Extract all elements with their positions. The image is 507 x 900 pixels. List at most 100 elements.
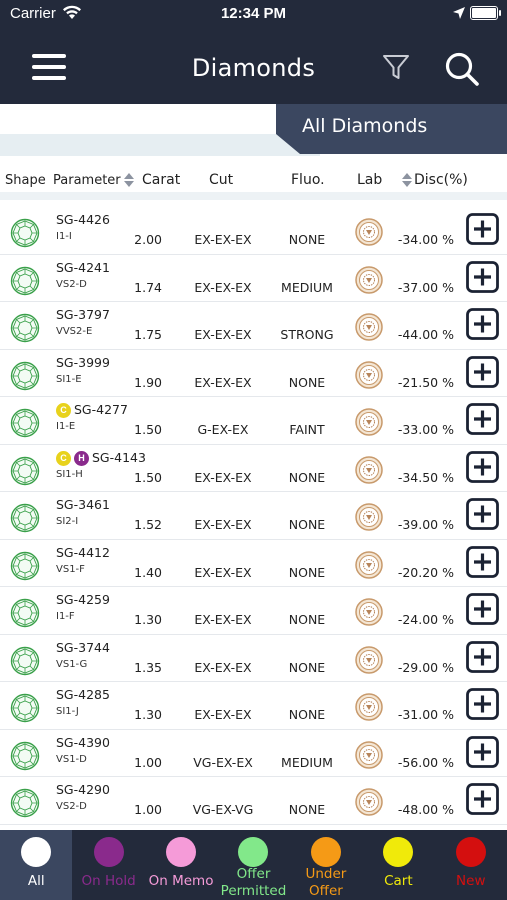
lab-certificate-icon[interactable] <box>355 313 383 341</box>
stock-id: SG-3744 <box>56 639 110 655</box>
table-row[interactable]: SG-4259 I1-F 1.30 EX-EX-EX NONE -24.00 % <box>0 587 507 635</box>
header-carat[interactable]: Carat <box>142 172 180 188</box>
table-row[interactable]: C H SG-4143 SI1-H 1.50 EX-EX-EX NONE -34.5… <box>0 445 507 492</box>
clock: 12:34 PM <box>220 5 287 22</box>
tab-on-memo[interactable]: On Memo <box>145 830 217 900</box>
tab-label: New <box>456 873 486 889</box>
lab-certificate-icon[interactable] <box>355 218 383 246</box>
tab-all[interactable]: All <box>0 830 73 900</box>
cut-value: EX-EX-EX <box>194 564 252 580</box>
plus-square-icon[interactable] <box>466 593 499 625</box>
plus-square-icon[interactable] <box>466 688 499 720</box>
table-row[interactable]: SG-3999 SI1-E 1.90 EX-EX-EX NONE -21.50 … <box>0 350 507 397</box>
discount-value: -21.50 % <box>397 374 454 390</box>
tab-new[interactable]: New <box>435 830 507 900</box>
carat-value: 1.35 <box>134 659 162 675</box>
plus-square-icon[interactable] <box>466 735 499 768</box>
plus-square-icon[interactable] <box>466 403 499 435</box>
table-row[interactable]: SG-4426 I1-I 2.00 EX-EX-EX NONE -34.00 % <box>0 207 507 255</box>
table-row[interactable]: SG-4412 VS1-F 1.40 EX-EX-EX NONE -20.20 … <box>0 540 507 587</box>
discount-value: -48.00 % <box>397 802 454 817</box>
stock-id: SG-3797 <box>56 307 110 322</box>
filter-icon[interactable] <box>381 52 411 82</box>
color-dot-icon <box>93 837 124 867</box>
lab-certificate-icon[interactable] <box>355 598 383 626</box>
clarity-color: SI1-H <box>56 468 83 480</box>
plus-square-icon[interactable] <box>466 498 499 530</box>
table-row[interactable]: SG-4290 VS2-D 1.00 VG-EX-VG NONE -48.00 … <box>0 777 507 825</box>
lab-certificate-icon[interactable] <box>355 740 383 769</box>
lab-certificate-icon[interactable] <box>355 265 383 294</box>
table-row[interactable]: SG-3744 VS1-G 1.35 EX-EX-EX NONE -29.00 … <box>0 635 507 682</box>
discount-value: -33.00 % <box>397 422 454 437</box>
table-row[interactable]: SG-4241 VS2-D 1.74 EX-EX-EX MEDIUM -37.0… <box>0 255 507 302</box>
tab-cart[interactable]: Cart <box>362 830 434 900</box>
plus-square-icon[interactable] <box>466 260 499 293</box>
plus-square-icon[interactable] <box>466 783 499 815</box>
discount-value: -24.00 % <box>397 612 454 627</box>
plus-square-icon[interactable] <box>466 213 499 245</box>
stock-id: C SG-4277 <box>56 402 128 418</box>
cut-value: EX-EX-EX <box>194 327 252 342</box>
sort-icon[interactable] <box>402 173 412 189</box>
lab-certificate-icon[interactable] <box>355 550 383 579</box>
fluorescence-value: NONE <box>288 374 326 390</box>
fluorescence-value: STRONG <box>280 327 334 342</box>
lab-certificate-icon[interactable] <box>355 645 383 674</box>
header-fluo: Fluo. <box>291 172 325 188</box>
diamond-list: SG-4426 I1-I 2.00 EX-EX-EX NONE -34.00 %… <box>0 207 507 825</box>
table-header: Shape Parameter Carat Cut Fluo. Lab Disc… <box>0 160 507 200</box>
search-icon[interactable] <box>443 50 481 88</box>
header-disc[interactable]: Disc(%) <box>414 172 468 188</box>
table-row[interactable]: SG-4285 SI1-J 1.30 EX-EX-EX NONE -31.00 … <box>0 682 507 730</box>
color-dot-icon <box>166 837 197 867</box>
lab-certificate-icon[interactable] <box>355 693 383 721</box>
plus-square-icon[interactable] <box>466 308 499 340</box>
carat-value: 1.50 <box>134 422 162 437</box>
table-row[interactable]: C SG-4277 I1-E 1.50 G-EX-EX FAINT -33.00 … <box>0 397 507 445</box>
stock-id: SG-4241 <box>56 259 110 275</box>
lab-certificate-icon[interactable] <box>355 455 383 484</box>
tab-offer-permitted[interactable]: Offer Permitted <box>217 830 289 900</box>
plus-square-icon[interactable] <box>466 640 499 673</box>
cut-value: EX-EX-EX <box>194 517 252 532</box>
lab-certificate-icon[interactable] <box>355 408 383 436</box>
clarity-color: I1-F <box>56 611 75 622</box>
plus-square-icon[interactable] <box>466 450 499 483</box>
header-shape: Shape <box>5 173 46 188</box>
round-diamond-icon <box>10 646 40 675</box>
clarity-color: SI1-J <box>56 706 79 717</box>
table-row[interactable]: SG-4390 VS1-D 1.00 VG-EX-EX MEDIUM -56.0… <box>0 730 507 777</box>
stock-id: SG-3461 <box>56 497 110 512</box>
tab-on-hold[interactable]: On Hold <box>72 830 144 900</box>
lab-certificate-icon[interactable] <box>355 360 383 389</box>
stock-id: SG-4259 <box>56 592 110 607</box>
cut-value: G-EX-EX <box>197 422 249 437</box>
plus-square-icon[interactable] <box>466 355 499 388</box>
round-diamond-icon <box>10 313 40 343</box>
fluorescence-value: NONE <box>288 469 326 485</box>
tab-under-offer[interactable]: Under Offer <box>290 830 362 900</box>
stock-id: SG-4412 <box>56 544 110 560</box>
header-parameter[interactable]: Parameter <box>53 173 121 188</box>
cut-value: EX-EX-EX <box>194 612 252 627</box>
stock-id: SG-4426 <box>56 212 110 227</box>
stock-id: C H SG-4143 <box>56 450 146 466</box>
cut-value: EX-EX-EX <box>194 659 252 675</box>
table-row[interactable]: SG-3461 SI2-I 1.52 EX-EX-EX NONE -39.00 … <box>0 492 507 540</box>
tab-label: On Memo <box>148 873 214 889</box>
round-diamond-icon <box>10 218 40 248</box>
sort-icon[interactable] <box>124 173 134 189</box>
battery-icon <box>470 6 501 20</box>
status-badge: C <box>56 403 71 418</box>
lab-certificate-icon[interactable] <box>355 788 383 816</box>
bottom-tab-bar: All On Hold On Memo Offer Permitted Under Of… <box>0 830 507 900</box>
stock-id: SG-3999 <box>56 354 110 370</box>
table-row[interactable]: SG-3797 VVS2-E 1.75 EX-EX-EX STRONG -44.… <box>0 302 507 350</box>
plus-square-icon[interactable] <box>466 545 499 578</box>
clarity-color: VS1-G <box>56 658 88 670</box>
lab-certificate-icon[interactable] <box>355 503 383 531</box>
clarity-color: I1-I <box>56 231 72 242</box>
carat-value: 1.00 <box>134 802 162 817</box>
discount-value: -29.00 % <box>397 659 454 675</box>
